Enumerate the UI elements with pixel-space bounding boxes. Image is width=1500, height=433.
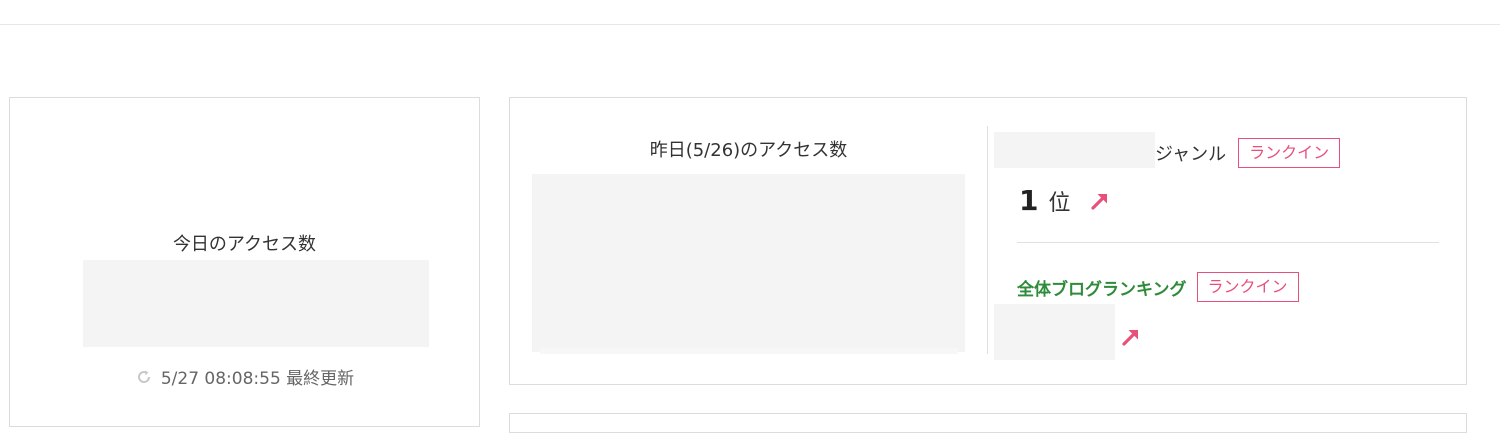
genre-label: ジャンル	[1155, 144, 1227, 165]
genre-rank-unit: 位	[1048, 190, 1071, 216]
today-access-card: 今日のアクセス数 5/27 08:08:55 最終更新	[9, 97, 480, 427]
overall-ranking-header: 全体ブログランキング ランクイン	[1017, 272, 1299, 302]
genre-name-placeholder	[994, 132, 1155, 168]
up-right-arrow-icon	[1089, 190, 1111, 212]
overall-rank-placeholder	[994, 304, 1115, 360]
up-right-arrow-icon	[1120, 326, 1142, 348]
overall-ranking-link[interactable]: 全体ブログランキング	[1017, 275, 1187, 300]
overall-rankin-badge: ランクイン	[1196, 272, 1299, 302]
today-access-count-placeholder	[83, 260, 429, 347]
horizontal-divider	[1017, 242, 1439, 243]
genre-ranking-header: ジャンル ランクイン	[1155, 138, 1341, 168]
genre-rank: 1 位	[1019, 184, 1111, 217]
top-bar	[0, 0, 1500, 25]
genre-rankin-badge: ランクイン	[1238, 138, 1341, 168]
last-updated-text: 5/27 08:08:55 最終更新	[160, 369, 355, 389]
yesterday-access-title: 昨日(5/26)のアクセス数	[649, 140, 848, 161]
refresh-icon[interactable]	[135, 368, 153, 386]
today-access-title: 今日のアクセス数	[172, 234, 317, 255]
last-updated: 5/27 08:08:55 最終更新	[10, 364, 479, 389]
genre-rank-number: 1	[1019, 184, 1039, 217]
next-card	[509, 413, 1467, 433]
vertical-divider	[987, 126, 988, 354]
yesterday-access-chart-placeholder	[532, 174, 965, 352]
yesterday-access-card: 昨日(5/26)のアクセス数 ジャンル ランクイン 1 位 全体ブログランキング…	[509, 97, 1467, 385]
yesterday-placeholder-shadow	[540, 348, 958, 354]
